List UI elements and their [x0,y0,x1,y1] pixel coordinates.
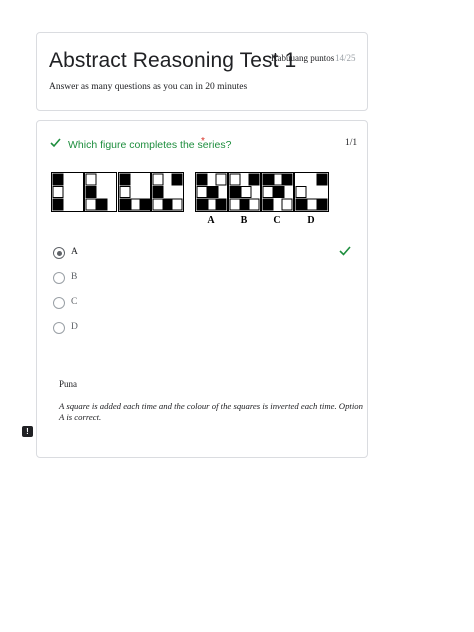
form-header-card: Abstract Reasoning Test 1 Kabuuang punto… [36,32,368,111]
feedback-text: A square is added each time and the colo… [59,401,363,422]
check-icon [339,246,351,256]
total-score-label: Kabuuang puntos [271,53,335,63]
required-asterisk: * [201,136,205,147]
radio-button[interactable] [53,272,65,284]
answer-label-d: D [307,215,314,226]
feedback-title: Puna [59,379,77,389]
option-label: C [71,297,78,307]
series-figure-image: A B C D [51,172,329,226]
form-description: Answer as many questions as you can in 2… [49,82,248,92]
question-title: Which figure completes the series? [68,139,232,151]
radio-button-selected[interactable] [53,247,65,259]
answer-label-b: B [241,215,248,226]
option-label: A [71,247,78,257]
question-points: 1/1 [345,138,358,148]
form-title: Abstract Reasoning Test 1 [49,49,297,72]
radio-button[interactable] [53,322,65,334]
option-label: D [71,322,78,332]
report-problem-icon[interactable]: ! [22,426,33,437]
total-score-value: 14/25 [335,53,356,63]
option-label: B [71,272,78,282]
answer-label-a: A [207,215,215,226]
answer-label-c: C [273,215,280,226]
question-card: Which figure completes the series? * 1/1 [36,120,368,458]
check-icon [50,138,61,148]
radio-button[interactable] [53,297,65,309]
